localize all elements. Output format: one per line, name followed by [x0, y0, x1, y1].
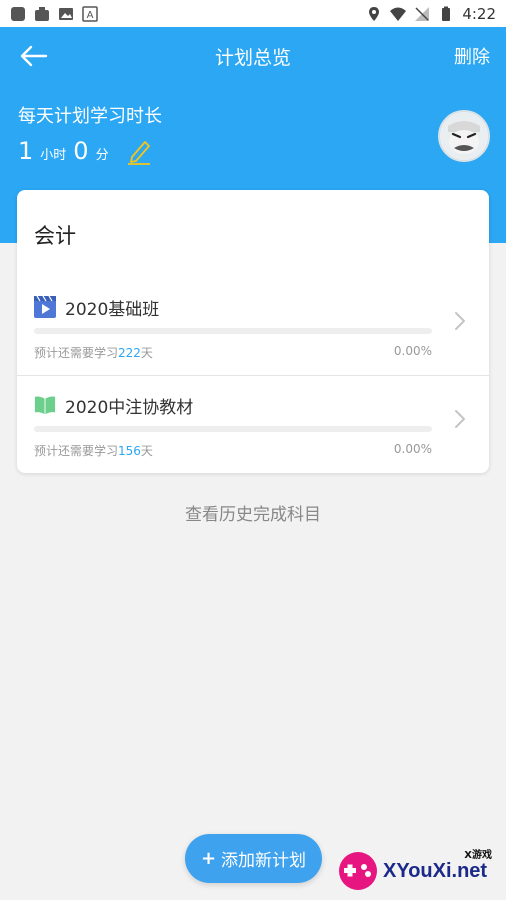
course-percent: 0.00% — [393, 344, 432, 358]
no-signal-icon — [415, 6, 430, 21]
avatar[interactable] — [438, 110, 490, 162]
remaining-prefix: 预计还需要学习 — [34, 346, 119, 360]
course-percent: 0.00% — [393, 442, 432, 456]
watermark-logo: X游戏 XYouXi.net — [335, 842, 500, 896]
course-name: 2020基础班 — [65, 300, 160, 320]
daily-plan-label: 每天计划学习时长 — [18, 106, 162, 127]
hours-unit: 小时 — [40, 148, 67, 163]
course-item[interactable]: 2020中注协教材 预计还需要学习156天 0.00% — [17, 376, 489, 474]
add-plan-button[interactable]: + 添加新计划 — [185, 834, 322, 883]
notification-app-icon — [11, 6, 25, 21]
top-bar: 计划总览 删除 — [0, 27, 506, 85]
remaining-days: 222 — [118, 346, 141, 360]
video-icon — [34, 296, 56, 318]
course-progress-bar — [34, 328, 432, 334]
notification-bag-icon — [35, 6, 49, 21]
daily-hours-value: 1 — [18, 137, 34, 165]
subject-title: 会计 — [34, 224, 76, 248]
view-history-link[interactable]: 查看历史完成科目 — [0, 500, 506, 525]
minutes-unit: 分 — [95, 148, 109, 163]
watermark-tag: X游戏 — [464, 850, 492, 861]
course-name: 2020中注协教材 — [65, 398, 194, 418]
svg-text:A: A — [87, 10, 94, 21]
daily-plan-duration: 1 小时 0 分 — [18, 137, 113, 165]
course-item[interactable]: 2020基础班 预计还需要学习222天 0.00% — [17, 278, 489, 376]
chevron-right-icon — [455, 410, 465, 428]
chevron-right-icon — [455, 312, 465, 330]
wifi-icon — [390, 7, 407, 21]
font-icon: A — [82, 5, 98, 22]
course-remaining: 预计还需要学习156天 — [34, 442, 153, 459]
gamepad-logo-icon — [339, 852, 377, 890]
plus-icon: + — [200, 848, 217, 869]
page-title: 计划总览 — [214, 47, 291, 69]
delete-button[interactable]: 删除 — [454, 43, 490, 69]
book-icon — [34, 396, 56, 415]
avatar-face-icon — [440, 112, 488, 160]
course-progress-bar — [34, 426, 432, 432]
status-time: 4:22 — [462, 4, 496, 23]
daily-minutes-value: 0 — [73, 137, 89, 165]
edit-pencil-icon[interactable] — [126, 137, 152, 165]
course-remaining: 预计还需要学习222天 — [34, 344, 153, 361]
remaining-days: 156 — [118, 444, 141, 458]
image-icon — [59, 7, 73, 20]
location-icon — [369, 6, 380, 21]
remaining-suffix: 天 — [140, 346, 153, 360]
watermark-text: XYouXi.net — [383, 860, 488, 882]
add-plan-label: 添加新计划 — [221, 851, 307, 871]
status-bar: A 4:22 — [0, 0, 506, 27]
battery-icon — [442, 6, 451, 21]
subject-card: 会计 2020基础班 预计还需要学习222天 0.00% 2020中注协教材 预… — [17, 190, 489, 473]
remaining-prefix: 预计还需要学习 — [34, 444, 119, 458]
remaining-suffix: 天 — [140, 444, 153, 458]
